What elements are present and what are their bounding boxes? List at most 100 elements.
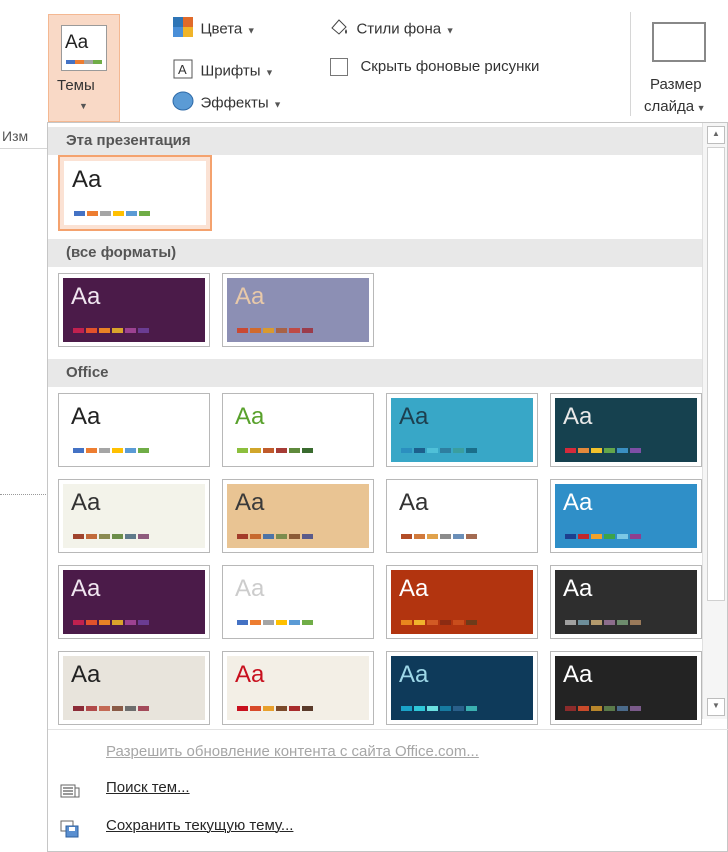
color-swatch: [302, 706, 313, 711]
color-swatch: [138, 620, 149, 625]
theme-tile-office-14[interactable]: Aa: [222, 651, 374, 725]
color-swatch: [440, 534, 451, 539]
gallery-scrollbar[interactable]: ▲ ▼: [702, 123, 727, 719]
color-swatch: [440, 620, 451, 625]
theme-color-swatches: [237, 706, 315, 711]
background-styles-dropdown[interactable]: Стили фона ▼: [328, 16, 455, 40]
color-swatch: [401, 448, 412, 453]
color-swatch: [99, 328, 110, 333]
theme-color-swatches: [73, 706, 151, 711]
color-swatch: [630, 620, 641, 625]
theme-sample-text: Aa: [71, 661, 101, 688]
color-swatch: [276, 328, 287, 333]
themes-button[interactable]: Aa Темы ▼: [48, 14, 120, 122]
color-swatch: [578, 620, 589, 625]
effects-dropdown[interactable]: Эффекты ▼: [172, 90, 282, 114]
theme-color-swatches: [73, 448, 151, 453]
theme-color-swatches: [565, 534, 643, 539]
design-ribbon: Aa Темы ▼ Цвета ▼ A Шрифты ▼ Эффекты ▼ С…: [0, 0, 728, 122]
theme-tile-office-6[interactable]: Aa: [222, 479, 374, 553]
scroll-up-arrow-icon[interactable]: ▲: [707, 126, 725, 144]
behind-divider: [0, 148, 48, 149]
color-swatch: [401, 620, 412, 625]
color-swatch: [73, 620, 84, 625]
save-current-theme-item[interactable]: Сохранить текущую тему...: [48, 809, 704, 843]
theme-tile-office-13[interactable]: Aa: [58, 651, 210, 725]
chevron-down-icon: ▼: [246, 25, 256, 36]
color-swatch: [427, 620, 438, 625]
theme-tile-office-9[interactable]: Aa: [58, 565, 210, 639]
slide-size-label-line2: слайда ▼: [644, 98, 706, 115]
color-swatch: [604, 534, 615, 539]
theme-sample-text: Aa: [235, 661, 265, 688]
theme-tile-office-12[interactable]: Aa: [550, 565, 702, 639]
color-swatch: [250, 448, 261, 453]
theme-color-swatches: [565, 620, 643, 625]
color-swatch: [565, 534, 576, 539]
theme-tile-office-3[interactable]: Aa: [386, 393, 538, 467]
color-swatch: [453, 620, 464, 625]
colors-icon: [172, 16, 196, 43]
background-styles-label: Стили фона: [356, 20, 442, 38]
color-swatch: [250, 328, 261, 333]
theme-tile-fmt-2[interactable]: Aa: [222, 273, 374, 347]
color-swatch: [617, 620, 628, 625]
color-swatch: [125, 448, 136, 453]
chevron-down-icon: ▼: [265, 67, 274, 78]
theme-tile-fmt-1[interactable]: Aa: [58, 273, 210, 347]
fonts-dropdown[interactable]: A Шрифты ▼: [172, 58, 274, 82]
color-swatch: [591, 620, 602, 625]
color-swatch: [86, 706, 97, 711]
theme-preview: Aa: [555, 398, 697, 462]
behind-label: Изм: [2, 128, 29, 144]
theme-color-swatches: [401, 534, 479, 539]
theme-tile-office-8[interactable]: Aa: [550, 479, 702, 553]
color-swatch: [401, 706, 412, 711]
theme-tile-current[interactable]: Aa: [58, 155, 212, 231]
theme-tile-office-1[interactable]: Aa: [58, 393, 210, 467]
color-swatch: [427, 534, 438, 539]
slide-size-icon: [652, 22, 706, 62]
slide-size-button[interactable]: Размер слайда ▼: [640, 12, 728, 120]
color-swatch: [87, 211, 98, 216]
color-swatch: [617, 706, 628, 711]
color-swatch: [276, 620, 287, 625]
theme-sample-text: Aa: [72, 166, 102, 193]
color-swatch: [86, 534, 97, 539]
theme-color-swatches: [401, 448, 479, 453]
color-swatch: [100, 211, 111, 216]
color-swatch: [453, 706, 464, 711]
theme-tile-office-2[interactable]: Aa: [222, 393, 374, 467]
colors-dropdown[interactable]: Цвета ▼: [172, 16, 256, 40]
color-swatch: [112, 448, 123, 453]
behind-dotted-line: [0, 494, 48, 495]
color-swatch: [630, 448, 641, 453]
color-swatch: [453, 448, 464, 453]
gallery-section-header: (все форматы): [48, 239, 704, 267]
color-swatch: [591, 448, 602, 453]
effects-label: Эффекты: [200, 94, 269, 112]
theme-tile-office-10[interactable]: Aa: [222, 565, 374, 639]
color-swatch: [440, 706, 451, 711]
color-swatch: [237, 534, 248, 539]
color-swatch: [125, 534, 136, 539]
scroll-thumb[interactable]: [707, 147, 725, 601]
color-swatch: [401, 534, 412, 539]
theme-color-swatches: [73, 328, 151, 333]
theme-tile-office-15[interactable]: Aa: [386, 651, 538, 725]
theme-tile-office-16[interactable]: Aa: [550, 651, 702, 725]
hide-background-graphics-option[interactable]: Скрыть фоновые рисунки: [330, 58, 539, 82]
scroll-down-arrow-icon[interactable]: ▼: [707, 698, 725, 716]
browse-themes-item[interactable]: Поиск тем...: [48, 771, 704, 805]
enable-office-updates-item[interactable]: Разрешить обновление контента с сайта Of…: [48, 735, 704, 769]
theme-tile-office-4[interactable]: Aa: [550, 393, 702, 467]
color-swatch: [276, 448, 287, 453]
theme-sample-text: Aa: [399, 489, 429, 516]
hide-background-checkbox[interactable]: [330, 58, 348, 76]
theme-tile-office-11[interactable]: Aa: [386, 565, 538, 639]
theme-tile-office-7[interactable]: Aa: [386, 479, 538, 553]
theme-preview: Aa: [555, 656, 697, 720]
theme-preview: Aa: [63, 570, 205, 634]
theme-tile-office-5[interactable]: Aa: [58, 479, 210, 553]
color-swatch: [112, 534, 123, 539]
